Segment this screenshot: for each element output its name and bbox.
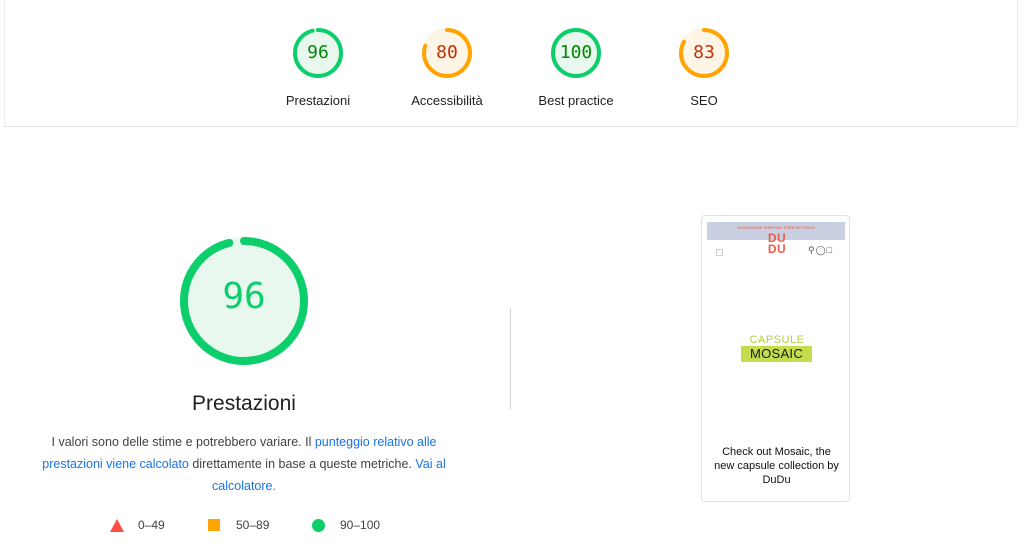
header-icons: ⚲◯□ — [808, 245, 833, 256]
performance-main-score: 96 — [222, 276, 266, 317]
screenshot-caption: Check out Mosaic, the new capsule collec… — [714, 446, 839, 486]
bag-icon: □ — [826, 245, 834, 255]
square-icon — [208, 519, 220, 531]
site-logo: DU DU — [760, 232, 794, 256]
gauge-performance-label: Prestazioni — [285, 93, 351, 108]
gauge-seo-score: 83 — [693, 42, 715, 63]
gauge-seo-label: SEO — [690, 93, 718, 108]
user-icon: ◯ — [815, 245, 827, 255]
performance-description: I valori sono delle stime e potrebbero v… — [32, 431, 456, 497]
gauge-best-practices[interactable]: 100 Best practice — [526, 26, 626, 126]
category-summary-bar: 96 Prestazioni 80 Accessibilità 100 Best… — [4, 0, 1018, 127]
triangle-icon — [110, 519, 124, 532]
gauge-accessibility[interactable]: 80 Accessibilità — [397, 26, 497, 126]
performance-title: Prestazioni — [192, 392, 296, 415]
legend-fail-range: 0–49 — [138, 518, 165, 532]
gauge-best-practices-label: Best practice — [538, 93, 614, 108]
site-logo-line-2: DU — [767, 242, 787, 256]
gauge-best-practices-score: 100 — [559, 42, 593, 63]
gauge-performance[interactable]: 96 Prestazioni — [268, 26, 368, 126]
capsule-label: CAPSULE — [749, 334, 805, 346]
description-text-1: I valori sono delle stime e potrebbero v… — [51, 435, 315, 449]
final-screenshot[interactable]: WORLDWIDE SHIPPING FREE RETURNS DU DU ⚲◯… — [701, 215, 850, 502]
legend-pass-range: 90–100 — [340, 518, 381, 532]
gauge-accessibility-score: 80 — [436, 42, 458, 63]
menu-icon — [716, 249, 723, 256]
description-text-2: direttamente in base a queste metriche. — [188, 457, 416, 471]
gauge-seo[interactable]: 83 SEO — [654, 26, 754, 126]
performance-main-gauge: 96 — [178, 235, 310, 367]
gauge-accessibility-label: Accessibilità — [411, 93, 483, 108]
circle-icon — [312, 519, 325, 532]
vertical-divider — [510, 308, 511, 410]
legend-average-range: 50–89 — [236, 518, 270, 532]
gauge-performance-score: 96 — [307, 42, 329, 63]
search-icon: ⚲ — [808, 245, 816, 255]
mosaic-label: MOSAIC — [741, 346, 812, 362]
